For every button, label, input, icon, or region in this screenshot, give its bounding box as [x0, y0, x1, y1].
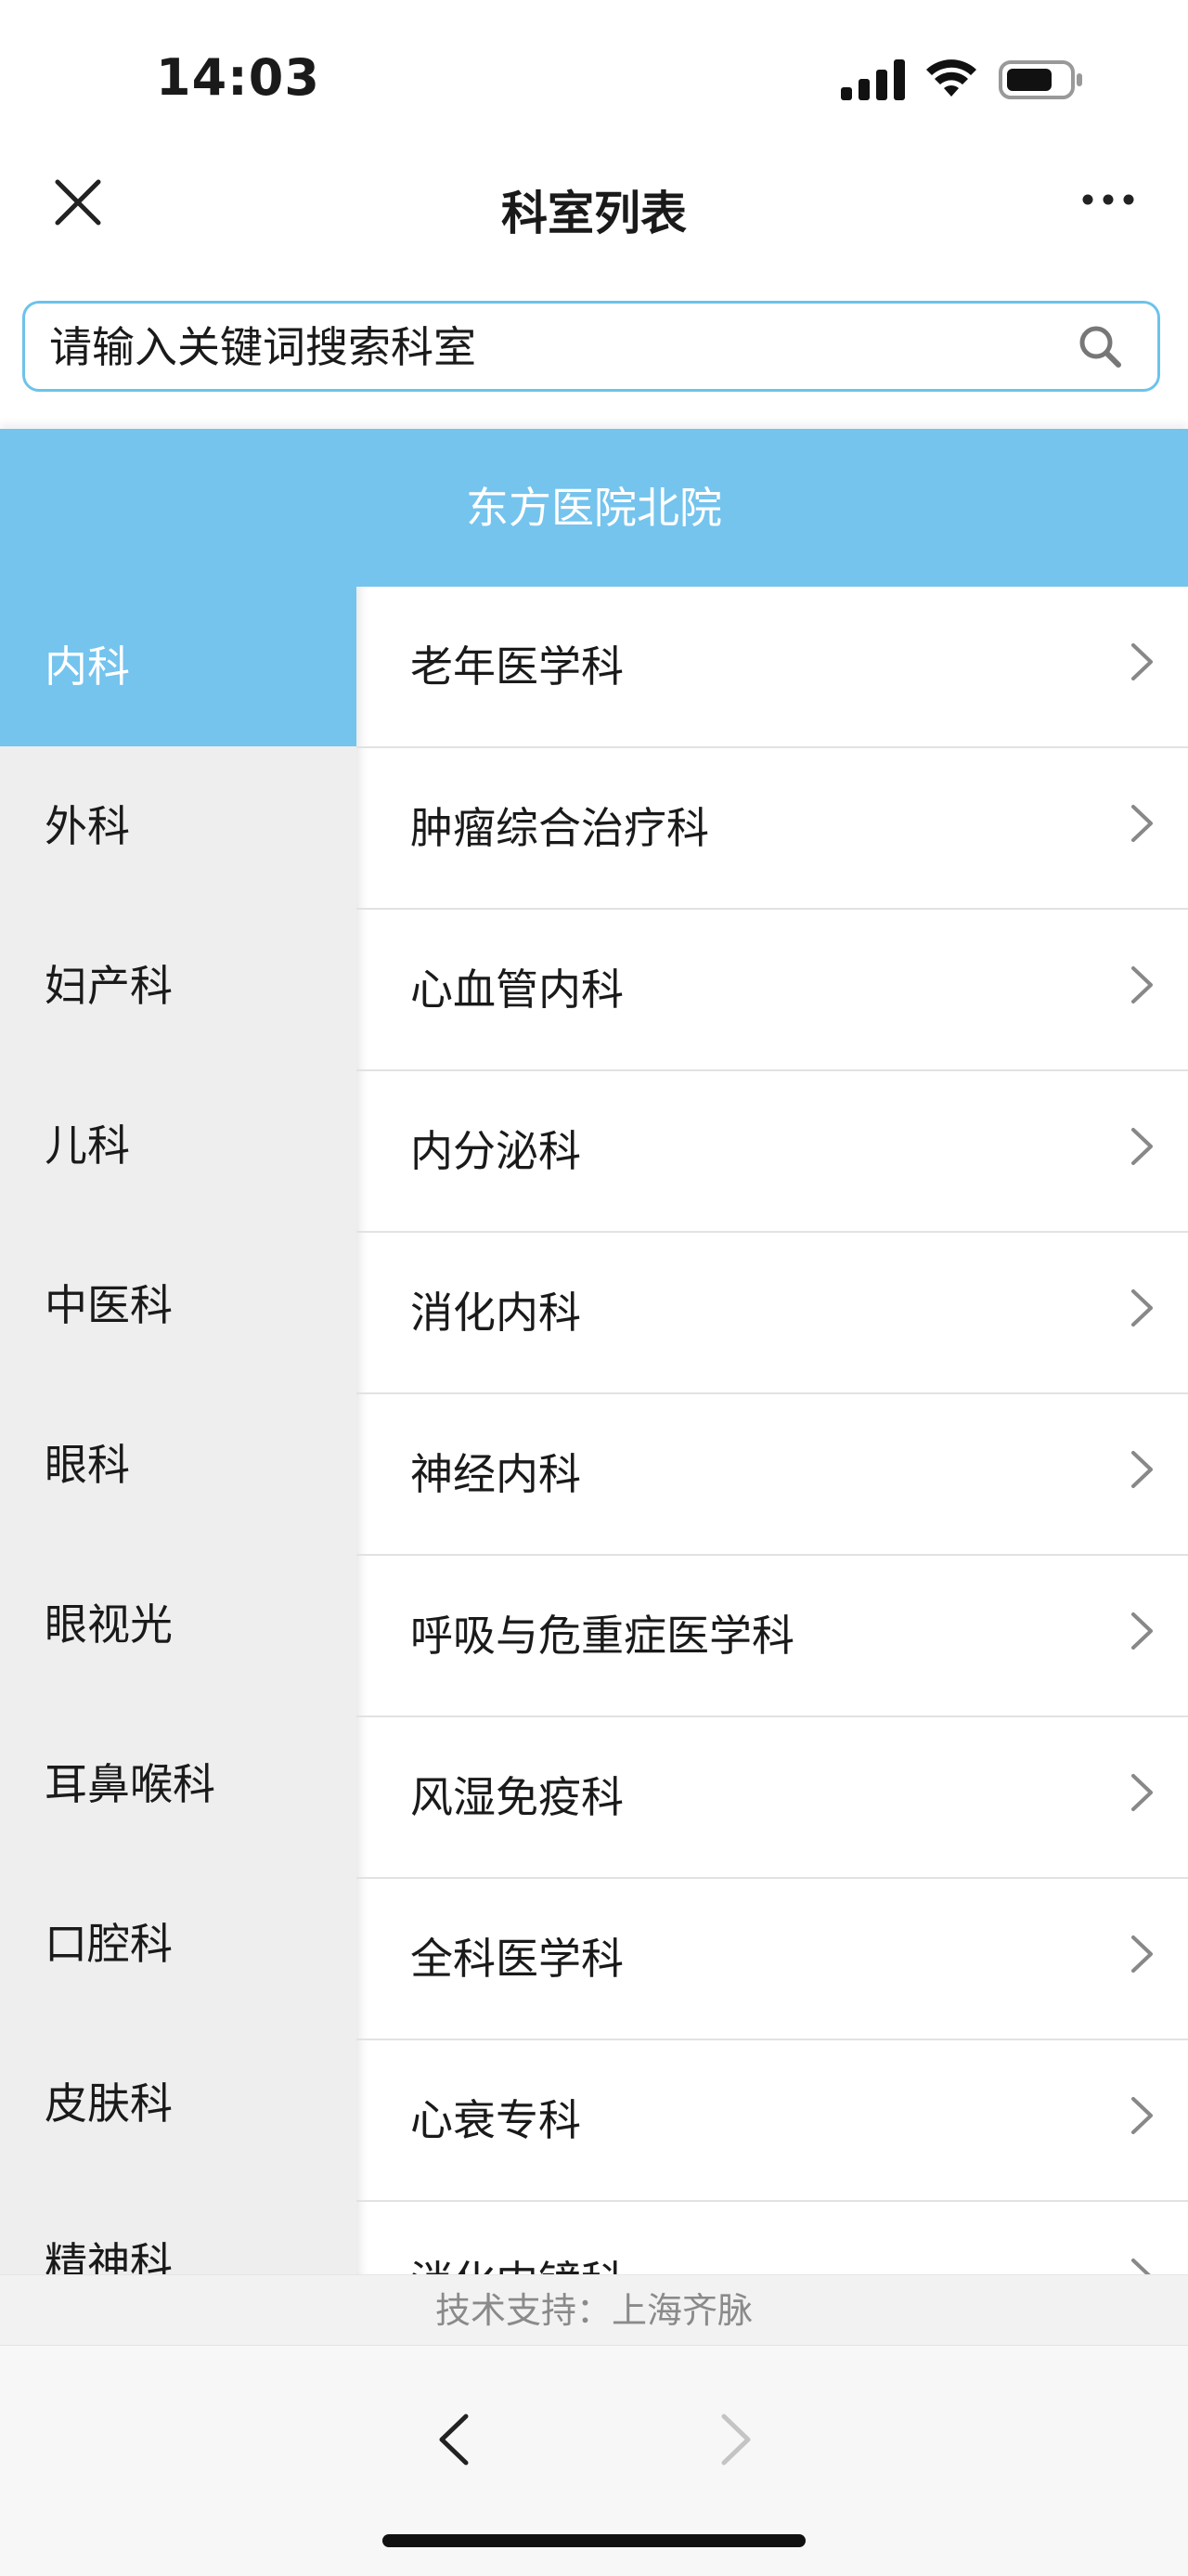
- search-icon[interactable]: [1076, 322, 1126, 372]
- department-row[interactable]: 呼吸与危重症医学科: [356, 1556, 1188, 1717]
- chevron-right-icon: [1131, 1451, 1153, 1488]
- department-row[interactable]: 消化内科: [356, 1233, 1188, 1394]
- department-row[interactable]: 全科医学科: [356, 1879, 1188, 2040]
- sidebar-item[interactable]: 妇产科: [0, 906, 356, 1066]
- sidebar-item[interactable]: 精神科: [0, 2183, 356, 2274]
- search-input[interactable]: [47, 304, 1053, 391]
- department-name: 呼吸与危重症医学科: [410, 1611, 794, 1661]
- chevron-right-icon: [1131, 805, 1153, 842]
- sidebar-item[interactable]: 眼视光: [0, 1545, 356, 1704]
- department-row[interactable]: 老年医学科: [356, 587, 1188, 748]
- department-name: 心血管内科: [410, 964, 624, 1015]
- department-name: 消化内镜科: [410, 2257, 624, 2274]
- chevron-right-icon: [1131, 1935, 1153, 1973]
- nav-bar: 科室列表: [0, 149, 1188, 269]
- wifi-icon: [926, 59, 976, 97]
- department-name: 全科医学科: [410, 1934, 624, 1984]
- chevron-right-icon: [1131, 2259, 1151, 2274]
- department-name: 风湿免疫科: [410, 1772, 624, 1822]
- tech-support-footer: 技术支持：上海齐脉: [0, 2274, 1188, 2346]
- department-row[interactable]: 内分泌科: [356, 1071, 1188, 1233]
- sidebar-item[interactable]: 中医科: [0, 1225, 356, 1385]
- chevron-right-icon: [1131, 643, 1153, 680]
- sidebar-item[interactable]: 内科: [0, 587, 356, 746]
- chevron-right-icon: [1131, 1774, 1153, 1811]
- page-title: 科室列表: [501, 187, 687, 240]
- search-box: [22, 301, 1160, 392]
- department-row[interactable]: 神经内科: [356, 1394, 1188, 1556]
- department-row[interactable]: 心衰专科: [356, 2040, 1188, 2202]
- chevron-right-icon: [1131, 2097, 1153, 2134]
- forward-arrow-icon[interactable]: [718, 2411, 755, 2468]
- sidebar-item[interactable]: 眼科: [0, 1385, 356, 1545]
- department-row[interactable]: 心血管内科: [356, 910, 1188, 1071]
- category-sidebar: 内科 外科 妇产科 儿科 中医科 眼科 眼视光 耳鼻喉科 口腔科 皮肤科 精神科: [0, 587, 356, 2274]
- sidebar-item[interactable]: 耳鼻喉科: [0, 1704, 356, 1864]
- sidebar-item[interactable]: 儿科: [0, 1066, 356, 1225]
- chevron-right-icon: [1131, 1128, 1153, 1165]
- chevron-right-icon: [1131, 1289, 1153, 1327]
- chevron-right-icon: [1131, 1612, 1153, 1650]
- department-name: 心衰专科: [410, 2095, 581, 2145]
- department-name: 老年医学科: [410, 641, 624, 692]
- sidebar-item[interactable]: 口腔科: [0, 1864, 356, 2024]
- more-icon[interactable]: [1080, 186, 1136, 214]
- department-row[interactable]: 风湿免疫科: [356, 1717, 1188, 1879]
- status-bar: 14:03: [0, 0, 1188, 149]
- department-row[interactable]: 消化内镜科: [356, 2202, 1188, 2274]
- department-name: 肿瘤综合治疗科: [410, 803, 709, 853]
- status-time: 14:03: [156, 48, 320, 107]
- hospital-name: 东方医院北院: [0, 429, 1188, 587]
- department-row[interactable]: 肿瘤综合治疗科: [356, 748, 1188, 910]
- sidebar-item[interactable]: 外科: [0, 746, 356, 906]
- chevron-right-icon: [1131, 966, 1153, 1003]
- cellular-signal-icon: [841, 59, 905, 100]
- sidebar-item[interactable]: 皮肤科: [0, 2024, 356, 2183]
- back-arrow-icon[interactable]: [434, 2411, 471, 2468]
- battery-icon: [999, 60, 1082, 99]
- department-name: 神经内科: [410, 1449, 581, 1499]
- department-list: 老年医学科 肿瘤综合治疗科 心血管内科 内分泌科 消化内科 神经内科 呼吸与危重…: [356, 587, 1188, 2274]
- home-indicator: [382, 2534, 806, 2547]
- department-name: 内分泌科: [410, 1126, 581, 1176]
- department-name: 消化内科: [410, 1288, 581, 1338]
